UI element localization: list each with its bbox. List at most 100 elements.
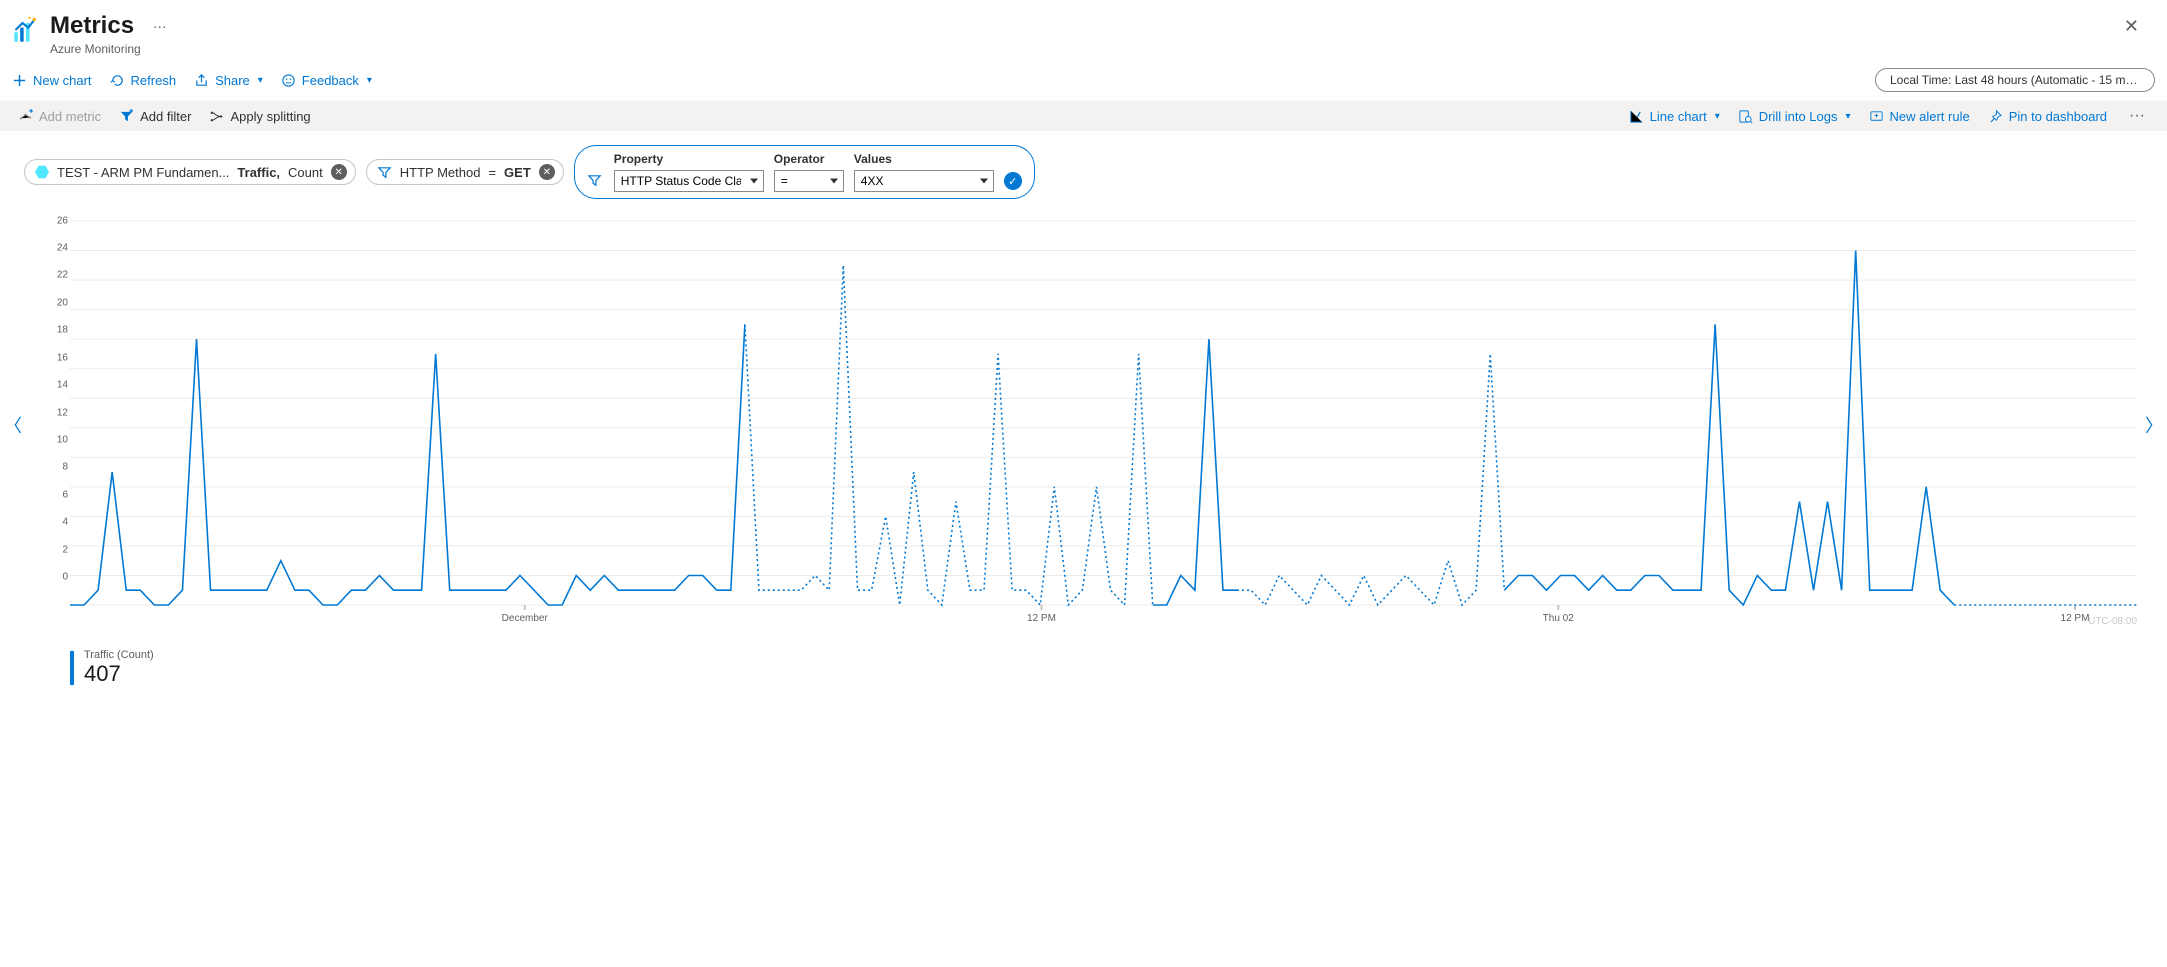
chart-svg [70, 215, 2137, 635]
share-button[interactable]: Share ▾ [194, 73, 263, 88]
chart-prev-button[interactable]: 〈 [4, 412, 22, 438]
chevron-down-icon: ▾ [1715, 111, 1720, 122]
top-toolbar: New chart Refresh Share ▾ Feedback ▾ Loc… [0, 60, 2167, 101]
metric-name: Traffic, [237, 165, 280, 180]
metric-pill[interactable]: TEST - ARM PM Fundamen... Traffic, Count… [24, 159, 356, 185]
chart-legend: Traffic (Count) 407 [0, 645, 2167, 707]
refresh-button[interactable]: Refresh [110, 73, 177, 88]
close-button[interactable]: ✕ [2116, 12, 2147, 41]
operator-select[interactable] [774, 170, 844, 192]
page-header: Metrics Azure Monitoring ··· ✕ [0, 0, 2167, 60]
filter-icon [119, 109, 134, 124]
add-filter-label: Add filter [140, 109, 191, 124]
filter-editor: Property Operator Values ✓ [574, 145, 1035, 199]
y-tick-label: 8 [62, 462, 68, 473]
values-label: Values [854, 152, 994, 166]
funnel-icon [377, 165, 392, 180]
x-axis-labels: December 12 PM Thu 02 12 PM [70, 613, 2137, 627]
y-tick-label: 24 [57, 243, 68, 254]
legend-value: 407 [84, 661, 154, 687]
y-axis-labels: 02468101214161820222426 [40, 215, 68, 605]
y-tick-label: 0 [62, 572, 68, 583]
add-filter-button[interactable]: Add filter [119, 109, 191, 124]
add-metric-label: Add metric [39, 109, 101, 124]
pin-label: Pin to dashboard [2009, 109, 2107, 124]
filter-val: GET [504, 165, 531, 180]
page-subtitle: Azure Monitoring [50, 42, 141, 56]
values-column: Values [854, 152, 994, 192]
legend-text: Traffic (Count) 407 [84, 649, 154, 687]
add-metric-icon [18, 109, 33, 124]
chevron-down-icon: ▾ [367, 75, 372, 86]
pin-button[interactable]: Pin to dashboard [1988, 109, 2107, 124]
chart-container: 〈 〉 02468101214161820222426 December12 P… [0, 205, 2167, 645]
chart-next-button[interactable]: 〉 [2145, 412, 2163, 438]
operator-column: Operator [774, 152, 844, 192]
new-chart-button[interactable]: New chart [12, 73, 92, 88]
apply-splitting-button[interactable]: Apply splitting [209, 109, 310, 124]
funnel-icon [587, 173, 602, 188]
feedback-label: Feedback [302, 73, 359, 88]
share-icon [194, 73, 209, 88]
more-button[interactable]: ··· [153, 18, 167, 34]
split-icon [209, 109, 224, 124]
feedback-button[interactable]: Feedback ▾ [281, 73, 372, 88]
new-alert-label: New alert rule [1890, 109, 1970, 124]
filter-pill[interactable]: HTTP Method = GET ✕ [366, 159, 564, 185]
new-chart-label: New chart [33, 73, 92, 88]
alert-icon [1869, 109, 1884, 124]
timezone-label: UTC-08:00 [2088, 616, 2137, 627]
refresh-icon [110, 73, 125, 88]
filter-op: = [488, 165, 496, 180]
more-options-button[interactable]: ··· [2125, 107, 2149, 125]
legend-color-bar [70, 651, 74, 685]
time-range-picker[interactable]: Local Time: Last 48 hours (Automatic - 1… [1875, 68, 2155, 92]
y-tick-label: 22 [57, 270, 68, 281]
chart-toolbar-right: Line chart ▾ Drill into Logs ▾ New alert… [1629, 107, 2149, 125]
y-tick-label: 4 [62, 517, 68, 528]
y-tick-label: 26 [57, 215, 68, 226]
y-tick-label: 6 [62, 489, 68, 500]
chart-type-button[interactable]: Line chart ▾ [1629, 109, 1720, 124]
filter-dim: HTTP Method [400, 165, 481, 180]
x-tick-label: Thu 02 [1543, 613, 1574, 624]
y-tick-label: 14 [57, 380, 68, 391]
remove-filter-button[interactable]: ✕ [539, 164, 555, 180]
metric-resource: TEST - ARM PM Fundamen... [57, 165, 229, 180]
line-chart-icon [1629, 109, 1644, 124]
chevron-down-icon: ▾ [258, 75, 263, 86]
property-select[interactable] [614, 170, 764, 192]
pin-icon [1988, 109, 2003, 124]
y-tick-label: 20 [57, 297, 68, 308]
x-tick-label: 12 PM [2061, 613, 2090, 624]
filter-pill-row: TEST - ARM PM Fundamen... Traffic, Count… [0, 131, 2167, 205]
property-column: Property [614, 152, 764, 192]
plus-icon [12, 73, 27, 88]
chart-area[interactable]: 02468101214161820222426 December12 PMThu… [70, 215, 2137, 635]
x-tick-label: 12 PM [1027, 613, 1056, 624]
drill-logs-label: Drill into Logs [1759, 109, 1838, 124]
y-tick-label: 16 [57, 352, 68, 363]
chevron-down-icon: ▾ [1845, 111, 1850, 122]
remove-metric-button[interactable]: ✕ [331, 164, 347, 180]
page-title: Metrics [50, 12, 141, 40]
logs-icon [1738, 109, 1753, 124]
x-tick-label: December [502, 613, 548, 624]
apply-splitting-label: Apply splitting [230, 109, 310, 124]
feedback-icon [281, 73, 296, 88]
legend-series-name: Traffic (Count) [84, 649, 154, 661]
header-text: Metrics Azure Monitoring [50, 12, 141, 56]
drill-logs-button[interactable]: Drill into Logs ▾ [1738, 109, 1851, 124]
property-label: Property [614, 152, 764, 166]
new-alert-button[interactable]: New alert rule [1869, 109, 1970, 124]
add-metric-button[interactable]: Add metric [18, 109, 101, 124]
apply-filter-button[interactable]: ✓ [1004, 172, 1022, 190]
share-label: Share [215, 73, 250, 88]
y-tick-label: 18 [57, 325, 68, 336]
values-select[interactable] [854, 170, 994, 192]
metric-agg: Count [288, 165, 323, 180]
y-tick-label: 12 [57, 407, 68, 418]
resource-icon [35, 165, 49, 179]
operator-label: Operator [774, 152, 844, 166]
chart-type-label: Line chart [1650, 109, 1707, 124]
